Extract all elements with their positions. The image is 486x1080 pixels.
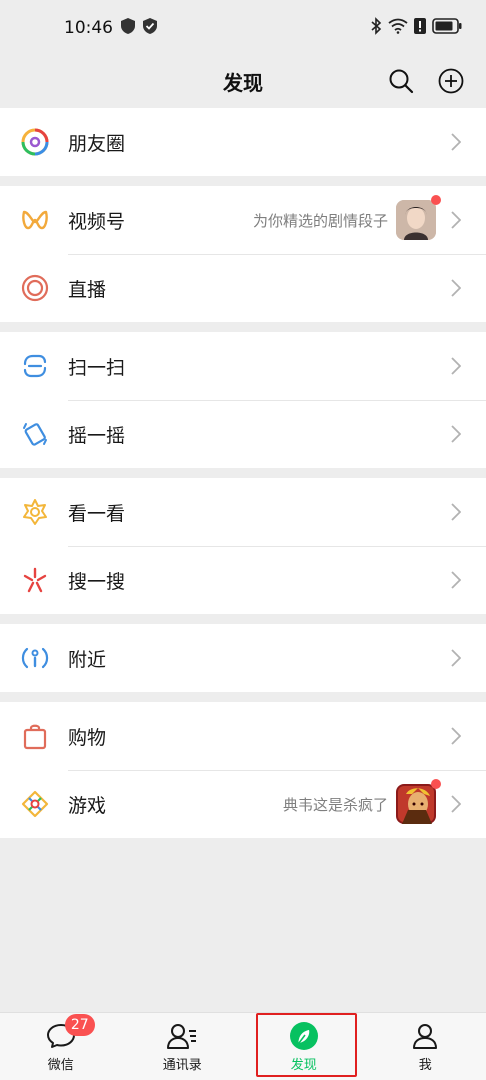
group-stories-search: 看一看 搜一搜 bbox=[0, 478, 486, 614]
plus-circle-icon bbox=[438, 68, 464, 94]
item-live[interactable]: 直播 bbox=[0, 254, 486, 322]
chevron-right-icon bbox=[446, 424, 466, 444]
search-icon bbox=[389, 69, 414, 94]
unread-badge: 27 bbox=[64, 1014, 95, 1036]
shield-icon bbox=[121, 17, 135, 39]
item-label: 游戏 bbox=[68, 794, 107, 817]
tab-label: 微信 bbox=[47, 1058, 74, 1073]
tab-chats[interactable]: 27 微信 bbox=[0, 1013, 122, 1080]
game-thumbnail bbox=[396, 779, 441, 824]
item-scan[interactable]: 扫一扫 bbox=[0, 332, 486, 400]
chat-bubble-icon: 27 bbox=[45, 1014, 95, 1052]
shield-check-icon bbox=[143, 17, 157, 39]
item-moments[interactable]: 朋友圈 bbox=[0, 108, 486, 176]
notification-dot bbox=[431, 779, 441, 789]
chevron-right-icon bbox=[446, 278, 466, 298]
item-label: 购物 bbox=[68, 726, 107, 749]
group-nearby: 附近 bbox=[0, 624, 486, 692]
moments-icon bbox=[20, 127, 50, 157]
item-label: 扫一扫 bbox=[68, 356, 126, 379]
group-scan-shake: 扫一扫 摇一摇 bbox=[0, 332, 486, 468]
highlight-box bbox=[256, 1013, 357, 1077]
tab-label: 通讯录 bbox=[162, 1058, 202, 1073]
search-button[interactable] bbox=[386, 66, 416, 96]
chevron-right-icon bbox=[446, 726, 466, 746]
tab-me[interactable]: 我 bbox=[365, 1013, 486, 1080]
notification-dot bbox=[431, 195, 441, 205]
item-top-stories[interactable]: 看一看 bbox=[0, 478, 486, 546]
item-channels[interactable]: 视频号 为你精选的剧情段子 bbox=[0, 186, 486, 254]
chevron-right-icon bbox=[446, 210, 466, 230]
battery-icon bbox=[432, 17, 462, 39]
alert-icon bbox=[414, 17, 426, 39]
tab-label: 我 bbox=[418, 1058, 432, 1073]
live-icon bbox=[20, 273, 50, 303]
page-title: 发现 bbox=[223, 70, 263, 95]
group-channels: 视频号 为你精选的剧情段子 直播 bbox=[0, 186, 486, 322]
item-label: 直播 bbox=[68, 278, 107, 301]
item-label: 摇一摇 bbox=[68, 424, 126, 447]
group-shopping-games: 购物 游戏 典韦这是杀疯了 bbox=[0, 702, 486, 838]
search-feature-icon bbox=[20, 565, 50, 595]
chevron-right-icon bbox=[446, 502, 466, 522]
item-games[interactable]: 游戏 典韦这是杀疯了 bbox=[0, 770, 486, 838]
group-moments: 朋友圈 bbox=[0, 108, 486, 176]
item-shake[interactable]: 摇一摇 bbox=[0, 400, 486, 468]
item-shopping[interactable]: 购物 bbox=[0, 702, 486, 770]
add-button[interactable] bbox=[436, 66, 466, 96]
chevron-right-icon bbox=[446, 356, 466, 376]
item-label: 看一看 bbox=[68, 502, 126, 525]
status-bar: 10:46 bbox=[0, 0, 486, 56]
item-search[interactable]: 搜一搜 bbox=[0, 546, 486, 614]
item-label: 视频号 bbox=[68, 210, 126, 233]
nearby-icon bbox=[20, 643, 50, 673]
bottom-tab-bar: 27 微信 通讯录 发现 我 bbox=[0, 1012, 486, 1080]
top-nav-bar: 发现 bbox=[0, 56, 486, 106]
top-stories-icon bbox=[20, 497, 50, 527]
scan-icon bbox=[20, 351, 50, 381]
chevron-right-icon bbox=[446, 648, 466, 668]
chevron-right-icon bbox=[446, 794, 466, 814]
item-subtitle: 为你精选的剧情段子 bbox=[252, 211, 388, 230]
shake-icon bbox=[20, 419, 50, 449]
person-icon bbox=[409, 1020, 441, 1052]
item-label: 搜一搜 bbox=[68, 570, 126, 593]
discover-list: 朋友圈 视频号 为你精选的剧情段子 直播 扫一扫 摇一摇 看一看 搜一搜 附近 … bbox=[0, 108, 486, 848]
shopping-bag-icon bbox=[20, 721, 50, 751]
games-icon bbox=[20, 789, 50, 819]
status-time: 10:46 bbox=[64, 18, 113, 38]
bluetooth-icon bbox=[370, 16, 382, 40]
item-label: 附近 bbox=[68, 648, 107, 671]
chevron-right-icon bbox=[446, 132, 466, 152]
video-thumbnail bbox=[396, 195, 441, 240]
tab-contacts[interactable]: 通讯录 bbox=[122, 1013, 244, 1080]
item-label: 朋友圈 bbox=[68, 132, 126, 155]
channels-icon bbox=[20, 205, 50, 235]
wifi-icon bbox=[388, 18, 408, 39]
chevron-right-icon bbox=[446, 570, 466, 590]
item-subtitle: 典韦这是杀疯了 bbox=[282, 795, 388, 814]
item-nearby[interactable]: 附近 bbox=[0, 624, 486, 692]
contacts-icon bbox=[166, 1020, 198, 1052]
